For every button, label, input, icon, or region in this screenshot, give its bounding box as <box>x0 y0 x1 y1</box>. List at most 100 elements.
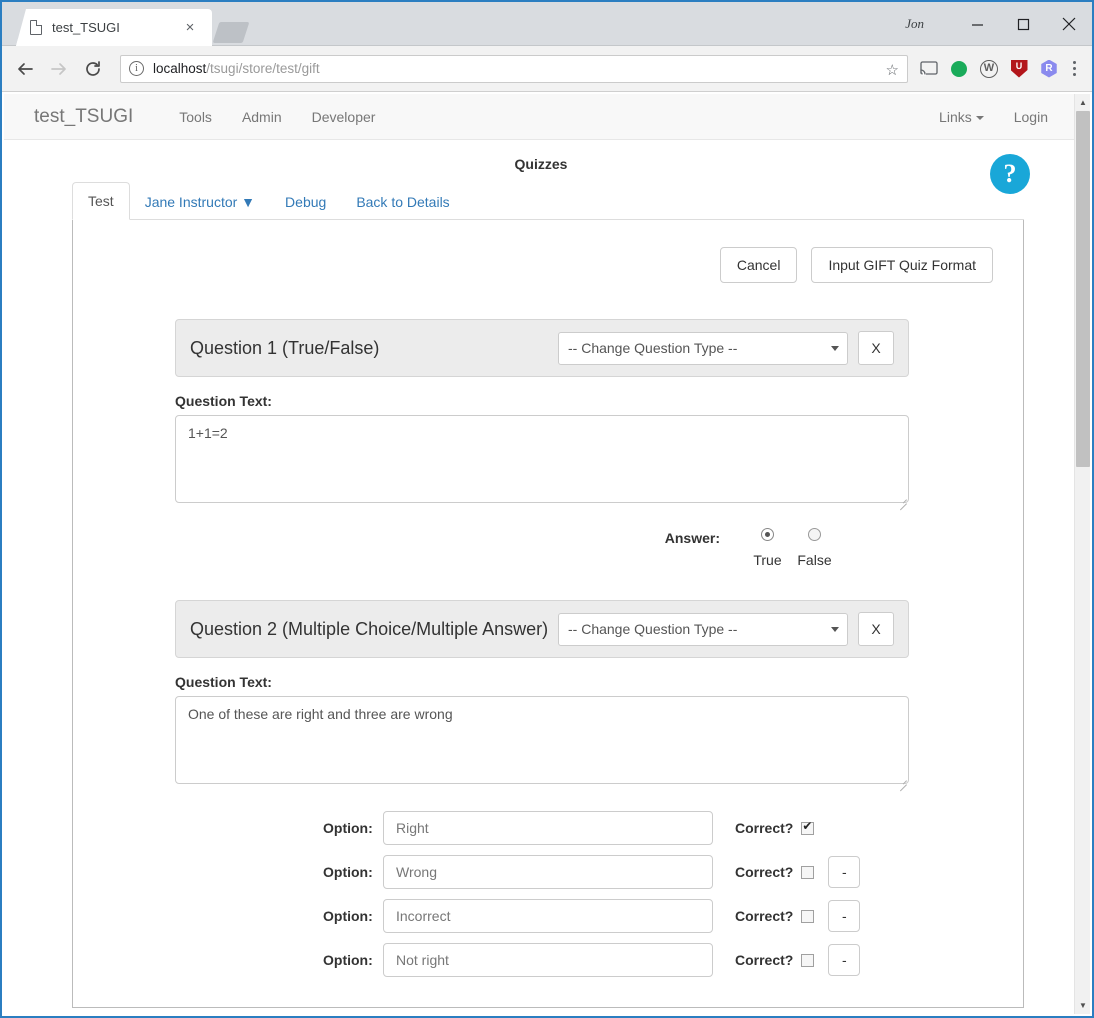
forward-icon <box>44 54 74 84</box>
option-correct-checkbox-4[interactable] <box>801 953 815 967</box>
cast-icon[interactable] <box>916 56 942 82</box>
chevron-down-icon <box>975 115 984 120</box>
option-correct-checkbox-3[interactable] <box>801 909 815 923</box>
option-correct-label-3: Correct? <box>735 908 794 924</box>
scroll-up-icon[interactable]: ▲ <box>1075 94 1090 111</box>
w-circle-extension-icon[interactable]: W <box>976 56 1002 82</box>
close-tab-icon[interactable]: × <box>182 20 198 36</box>
question-2-heading: Question 2 (Multiple Choice/Multiple Ans… <box>190 618 549 639</box>
tab-test[interactable]: Test <box>72 182 130 220</box>
option-label-3: Option: <box>323 908 373 924</box>
navbar-item-links[interactable]: Links <box>924 109 999 125</box>
browser-tab[interactable]: test_TSUGI × <box>16 9 212 46</box>
radio-true[interactable] <box>761 528 774 541</box>
question-1-choice-false[interactable]: False <box>791 528 838 568</box>
maximize-button[interactable] <box>1000 2 1046 46</box>
option-label-4: Option: <box>323 952 373 968</box>
purple-hex-extension-icon[interactable]: R <box>1036 56 1062 82</box>
chevron-down-icon <box>831 345 839 351</box>
question-2-text-input[interactable] <box>175 696 909 784</box>
cancel-button[interactable]: Cancel <box>719 247 798 283</box>
option-correct-checkbox-1[interactable] <box>801 819 815 835</box>
tab-jane-instructor[interactable]: Jane Instructor ▼ <box>130 184 270 220</box>
question-2-textarea-wrap <box>175 696 909 789</box>
browser-window: test_TSUGI × Jon i localhost/tsugi/store… <box>0 0 1094 1018</box>
browser-toolbar: i localhost/tsugi/store/test/gift ☆ W U … <box>2 46 1092 92</box>
page-content: test_TSUGI Tools Admin Developer Links L… <box>4 94 1078 1014</box>
question-1-choice-true[interactable]: True <box>744 528 791 568</box>
option-correct-label-4: Correct? <box>735 952 794 968</box>
window-controls: Jon <box>905 2 1092 46</box>
option-row-1: Option: Correct? <box>323 811 993 845</box>
navbar-item-admin[interactable]: Admin <box>227 109 297 125</box>
back-icon[interactable] <box>10 54 40 84</box>
app-brand[interactable]: test_TSUGI <box>19 106 148 128</box>
option-correct-label-2: Correct? <box>735 864 794 880</box>
navbar-links-label: Links <box>939 108 972 125</box>
option-label-1: Option: <box>323 820 373 836</box>
page-title: Quizzes <box>514 156 568 172</box>
question-1-type-select[interactable]: -- Change Question Type -- <box>558 331 848 365</box>
reload-icon[interactable] <box>78 54 108 84</box>
option-remove-button-3[interactable]: - <box>828 900 861 932</box>
option-input-2[interactable] <box>383 855 713 889</box>
option-row-4: Option: Correct? - <box>323 943 993 977</box>
option-input-4[interactable] <box>383 943 713 977</box>
help-icon[interactable]: ? <box>990 154 1030 194</box>
navbar-item-tools[interactable]: Tools <box>164 109 227 125</box>
question-2-type-select[interactable]: -- Change Question Type -- <box>558 612 848 646</box>
page-scrollbar[interactable]: ▲ ▼ <box>1074 94 1090 1014</box>
scroll-down-icon[interactable]: ▼ <box>1075 997 1090 1014</box>
profile-name-label[interactable]: Jon <box>905 16 924 32</box>
page-icon <box>30 20 42 35</box>
tab-back-to-details[interactable]: Back to Details <box>341 184 464 220</box>
radio-false[interactable] <box>808 528 821 541</box>
question-1-type-value: -- Change Question Type -- <box>568 340 738 356</box>
question-block-2: Question 2 (Multiple Choice/Multiple Ans… <box>103 600 993 977</box>
option-input-1[interactable] <box>383 811 713 845</box>
navbar-item-login[interactable]: Login <box>999 109 1063 125</box>
bookmark-star-icon[interactable]: ☆ <box>886 61 899 79</box>
radio-true-label: True <box>753 552 782 568</box>
chevron-down-icon <box>831 626 839 632</box>
question-1-answer-label: Answer: <box>664 530 720 546</box>
green-dot-extension-icon[interactable] <box>946 56 972 82</box>
question-1-textarea-wrap <box>175 415 909 508</box>
minimize-button[interactable] <box>954 2 1000 46</box>
remove-question-1-button[interactable]: X <box>858 331 894 365</box>
option-remove-spacer-1 <box>828 812 860 844</box>
scrollbar-thumb[interactable] <box>1076 111 1090 467</box>
question-1-heading: Question 1 (True/False) <box>190 337 380 358</box>
browser-tab-strip: test_TSUGI × Jon <box>2 2 1092 46</box>
question-2-header: Question 2 (Multiple Choice/Multiple Ans… <box>175 600 909 658</box>
question-1-text-input[interactable] <box>175 415 909 503</box>
browser-tab-title: test_TSUGI <box>52 20 120 35</box>
navbar-item-developer[interactable]: Developer <box>297 109 391 125</box>
address-bar[interactable]: i localhost/tsugi/store/test/gift ☆ <box>120 54 908 83</box>
question-block-1: Question 1 (True/False) -- Change Questi… <box>103 319 993 568</box>
option-correct-label-1: Correct? <box>735 820 794 836</box>
option-row-3: Option: Correct? - <box>323 899 993 933</box>
tab-debug[interactable]: Debug <box>270 184 341 220</box>
option-correct-checkbox-2[interactable] <box>801 865 815 879</box>
navbar-right-group: Links Login <box>924 109 1063 125</box>
option-label-2: Option: <box>323 864 373 880</box>
question-1-header: Question 1 (True/False) -- Change Questi… <box>175 319 909 377</box>
url-text: localhost/tsugi/store/test/gift <box>153 61 320 76</box>
question-1-answer-row: Answer: True False <box>103 528 993 568</box>
remove-question-2-button[interactable]: X <box>858 612 894 646</box>
option-row-2: Option: Correct? - <box>323 855 993 889</box>
close-window-button[interactable] <box>1046 2 1092 46</box>
question-1-text-label: Question Text: <box>175 393 272 409</box>
input-gift-quiz-format-button[interactable]: Input GIFT Quiz Format <box>811 247 993 283</box>
option-remove-button-2[interactable]: - <box>828 856 861 888</box>
new-tab-button[interactable] <box>212 22 250 43</box>
browser-menu-icon[interactable] <box>1064 56 1084 82</box>
red-shield-extension-icon[interactable]: U <box>1006 56 1032 82</box>
option-remove-button-4[interactable]: - <box>828 944 861 976</box>
site-info-icon[interactable]: i <box>129 61 144 76</box>
option-input-3[interactable] <box>383 899 713 933</box>
url-path: /tsugi/store/test/gift <box>206 61 320 76</box>
quiz-editor-panel: Cancel Input GIFT Quiz Format Question 1… <box>72 220 1024 1008</box>
app-navbar: test_TSUGI Tools Admin Developer Links L… <box>4 94 1078 140</box>
